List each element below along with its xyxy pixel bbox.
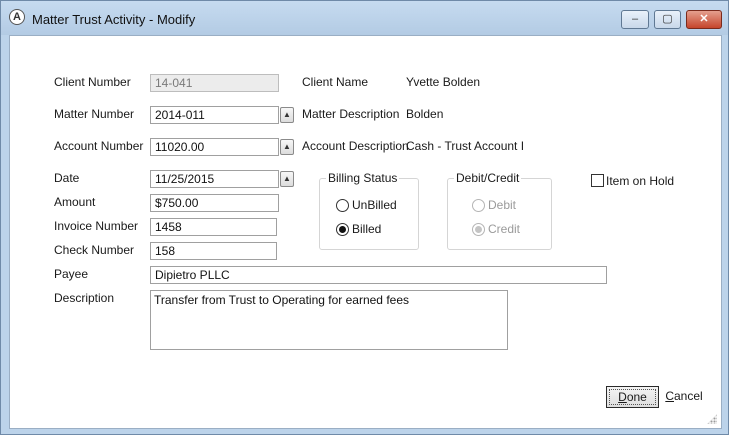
credit-radio[interactable]: Credit	[472, 222, 532, 237]
description-field[interactable]: Transfer from Trust to Operating for ear…	[150, 290, 508, 350]
unbilled-radio[interactable]: UnBilled	[336, 198, 406, 213]
debit-label: Debit	[488, 198, 517, 212]
cancel-button-label: ancel	[673, 389, 703, 403]
matter-trust-activity-window: A Matter Trust Activity - Modify ‒ ▢ ✕ C…	[0, 0, 729, 435]
payee-field[interactable]	[150, 266, 607, 284]
maximize-button[interactable]: ▢	[654, 10, 681, 29]
credit-label: Credit	[488, 222, 521, 236]
done-button-mnemonic: D	[618, 390, 627, 404]
billed-label: Billed	[352, 222, 382, 236]
matter-number-field[interactable]	[150, 106, 279, 124]
date-label: Date	[54, 171, 80, 185]
unbilled-label: UnBilled	[352, 198, 397, 212]
matter-number-lookup-icon[interactable]: ▲	[280, 107, 294, 123]
done-button[interactable]: Done	[606, 386, 659, 408]
matter-number-label: Matter Number	[54, 107, 135, 121]
account-number-lookup-icon[interactable]: ▲	[280, 139, 294, 155]
item-on-hold-checkbox[interactable]	[591, 174, 604, 187]
resize-grip[interactable]	[707, 414, 717, 424]
account-number-label: Account Number	[54, 139, 144, 153]
check-number-label: Check Number	[54, 243, 135, 257]
debit-credit-legend: Debit/Credit	[454, 171, 522, 185]
client-name-label: Client Name	[302, 75, 369, 89]
account-description-label: Account Description	[302, 139, 409, 153]
billed-radio-icon	[336, 223, 349, 236]
item-on-hold-label: Item on Hold	[606, 174, 675, 188]
invoice-number-label: Invoice Number	[54, 219, 139, 233]
billing-status-legend: Billing Status	[326, 171, 400, 185]
date-picker-icon[interactable]: ▲	[280, 171, 294, 187]
form-area: Client Number Client Name Yvette Bolden …	[9, 35, 722, 429]
close-button[interactable]: ✕	[686, 10, 722, 29]
matter-description-label: Matter Description	[302, 107, 400, 121]
description-label: Description	[54, 291, 115, 305]
client-number-label: Client Number	[54, 75, 131, 89]
debit-radio[interactable]: Debit	[472, 198, 532, 213]
matter-description-value: Bolden	[406, 107, 444, 121]
app-logo-icon: A	[9, 9, 25, 25]
account-number-field[interactable]	[150, 138, 279, 156]
unbilled-radio-icon	[336, 199, 349, 212]
amount-field[interactable]	[150, 194, 279, 212]
debit-radio-icon	[472, 199, 485, 212]
billing-status-group: Billing Status UnBilled Billed	[319, 171, 419, 250]
cancel-button[interactable]: Cancel	[662, 386, 706, 408]
minimize-button[interactable]: ‒	[621, 10, 649, 29]
invoice-number-field[interactable]	[150, 218, 277, 236]
account-description-value: Cash - Trust Account I	[406, 139, 525, 153]
amount-label: Amount	[54, 195, 96, 209]
done-button-label: one	[626, 390, 647, 404]
client-number-field[interactable]	[150, 74, 279, 92]
credit-radio-icon	[472, 223, 485, 236]
payee-label: Payee	[54, 267, 89, 281]
debit-credit-group: Debit/Credit Debit Credit	[447, 171, 552, 250]
client-name-value: Yvette Bolden	[406, 75, 481, 89]
window-title: Matter Trust Activity - Modify	[32, 12, 196, 27]
title-bar[interactable]: A Matter Trust Activity - Modify ‒ ▢ ✕	[1, 1, 728, 35]
check-number-field[interactable]	[150, 242, 277, 260]
cancel-button-mnemonic: C	[665, 389, 674, 403]
billed-radio[interactable]: Billed	[336, 222, 406, 237]
date-field[interactable]	[150, 170, 279, 188]
